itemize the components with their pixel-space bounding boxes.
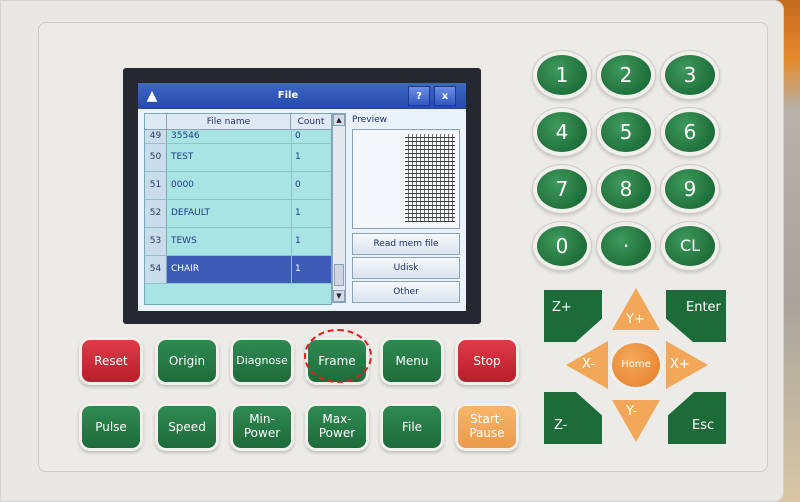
key-7[interactable]: 7 <box>537 169 587 209</box>
file-table: File name Count 49 35546 0 50 TEST 1 51 … <box>144 113 332 305</box>
key-6[interactable]: 6 <box>665 112 715 152</box>
start-pause-button[interactable]: Start- Pause <box>458 406 516 448</box>
other-button[interactable]: Other <box>352 281 460 303</box>
x-plus-label: X+ <box>670 357 690 372</box>
file-button[interactable]: File <box>383 406 441 448</box>
help-button[interactable]: ? <box>408 86 430 106</box>
column-divider <box>291 200 292 227</box>
key-9[interactable]: 9 <box>665 169 715 209</box>
penguin-icon: ▲ <box>146 88 158 104</box>
table-scrollbar[interactable]: ▲ ▼ <box>332 113 346 303</box>
row-number: 53 <box>145 228 167 255</box>
row-file-name: 35546 <box>171 131 200 141</box>
row-number: 51 <box>145 172 167 199</box>
preview-label: Preview <box>352 115 388 125</box>
menu-button[interactable]: Menu <box>383 340 441 382</box>
row-number: 49 <box>145 130 167 143</box>
frame-highlight-ring <box>304 329 372 383</box>
row-file-name: TEST <box>171 152 194 162</box>
pulse-button[interactable]: Pulse <box>82 406 140 448</box>
column-divider <box>291 172 292 199</box>
column-divider <box>291 256 292 283</box>
enter-label: Enter <box>686 300 721 315</box>
min-power-label-2: Power <box>243 426 281 440</box>
row-number: 50 <box>145 144 167 171</box>
stop-button[interactable]: Stop <box>458 340 516 382</box>
scroll-up-icon[interactable]: ▲ <box>333 114 345 126</box>
window-titlebar: ▲ File ? x <box>138 83 466 109</box>
min-power-label-1: Min- <box>249 412 275 426</box>
key-clear[interactable]: CL <box>665 226 715 266</box>
read-mem-file-button[interactable]: Read mem file <box>352 233 460 255</box>
start-pause-label-1: Start- <box>470 412 504 426</box>
y-minus-label: Y- <box>626 404 638 419</box>
key-0[interactable]: 0 <box>537 226 587 266</box>
max-power-label-2: Power <box>318 426 356 440</box>
row-file-name: CHAIR <box>171 264 200 274</box>
z-plus-label: Z+ <box>552 300 572 315</box>
row-count: 1 <box>295 264 301 274</box>
diagnose-button[interactable]: Diagnose <box>233 340 291 382</box>
row-count: 1 <box>295 236 301 246</box>
row-number: 54 <box>145 256 167 283</box>
row-file-name: TEWS <box>171 236 197 246</box>
column-divider <box>291 228 292 255</box>
row-file-name: DEFAULT <box>171 208 210 218</box>
table-row[interactable]: 49 35546 0 <box>145 130 331 144</box>
min-power-button[interactable]: Min- Power <box>233 406 291 448</box>
table-row[interactable]: 50 TEST 1 <box>145 144 331 172</box>
table-row[interactable]: 53 TEWS 1 <box>145 228 331 256</box>
x-minus-label: X- <box>582 357 595 372</box>
table-row-selected[interactable]: 54 CHAIR 1 <box>145 256 331 284</box>
key-1[interactable]: 1 <box>537 55 587 95</box>
z-minus-label: Z- <box>554 418 568 433</box>
key-8[interactable]: 8 <box>601 169 651 209</box>
row-file-name: 0000 <box>171 180 194 190</box>
header-num <box>145 114 167 130</box>
reset-button[interactable]: Reset <box>82 340 140 382</box>
key-4[interactable]: 4 <box>537 112 587 152</box>
speed-button[interactable]: Speed <box>158 406 216 448</box>
column-divider <box>291 130 292 143</box>
max-power-label-1: Max- <box>322 412 352 426</box>
column-divider <box>291 144 292 171</box>
window-title: File <box>277 90 299 101</box>
key-2[interactable]: 2 <box>601 55 651 95</box>
key-dot[interactable]: · <box>601 226 651 266</box>
table-row[interactable]: 51 0000 0 <box>145 172 331 200</box>
start-pause-label-2: Pause <box>469 426 505 440</box>
max-power-button[interactable]: Max- Power <box>308 406 366 448</box>
udisk-button[interactable]: Udisk <box>352 257 460 279</box>
key-3[interactable]: 3 <box>665 55 715 95</box>
y-plus-label: Y+ <box>626 312 645 327</box>
row-count: 0 <box>295 180 301 190</box>
header-file-name: File name <box>167 114 291 130</box>
row-count: 0 <box>295 131 301 141</box>
row-count: 1 <box>295 208 301 218</box>
scroll-down-icon[interactable]: ▼ <box>333 290 345 302</box>
origin-button[interactable]: Origin <box>158 340 216 382</box>
esc-label: Esc <box>692 418 715 433</box>
key-5[interactable]: 5 <box>601 112 651 152</box>
lcd-screen: ▲ File ? x File name Count 49 35546 0 50… <box>138 83 466 311</box>
row-count: 1 <box>295 152 301 162</box>
scroll-thumb[interactable] <box>334 264 344 286</box>
preview-pane <box>352 129 460 229</box>
row-number: 52 <box>145 200 167 227</box>
home-button[interactable]: Home <box>612 343 660 387</box>
header-count: Count <box>291 114 331 130</box>
preview-image <box>405 134 455 222</box>
close-button[interactable]: x <box>434 86 456 106</box>
table-row[interactable]: 52 DEFAULT 1 <box>145 200 331 228</box>
